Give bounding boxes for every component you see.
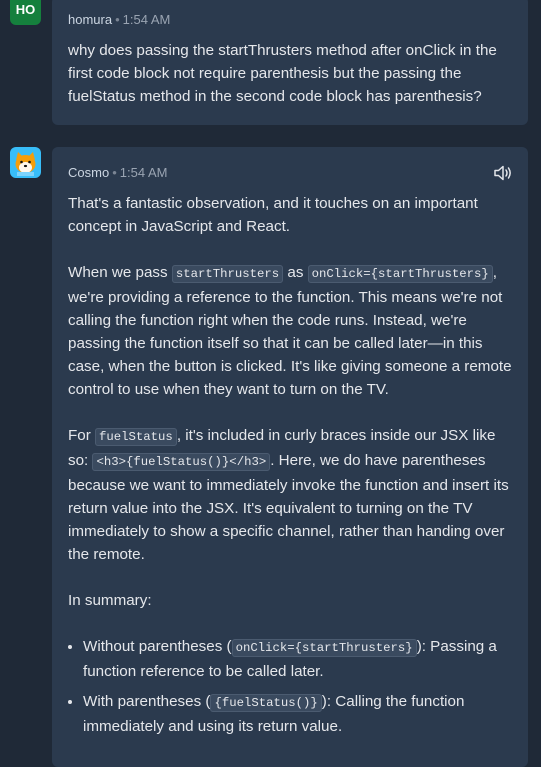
user-message-card: homura • 1:54 AM why does passing the star… [52, 0, 528, 125]
bot-paragraph-3: For fuelStatus, it's included in curly b… [68, 427, 509, 563]
inline-code: fuelStatus [95, 428, 177, 446]
bot-name: Cosmo [68, 165, 110, 180]
user-message-time: 1:54 AM [122, 12, 171, 27]
bot-avatar [10, 147, 41, 178]
list-item: With parentheses ({fuelStatus()}): Calli… [83, 690, 514, 738]
bot-message-meta: Cosmo • 1:54 AM [68, 165, 168, 180]
bot-paragraph-4: In summary: [68, 592, 152, 609]
speaker-icon[interactable] [494, 165, 512, 181]
inline-code: onClick={startThrusters} [307, 265, 493, 283]
inline-code: onClick={startThrusters} [231, 639, 417, 657]
inline-code: startThrusters [171, 265, 284, 283]
bot-paragraph-2: When we pass startThrusters as onClick={… [68, 264, 512, 398]
list-item: Without parentheses (onClick={startThrus… [83, 635, 514, 683]
user-avatar-initials: HO [15, 2, 36, 17]
summary-list: Without parentheses (onClick={startThrus… [68, 635, 514, 738]
user-name: homura [68, 12, 113, 27]
bot-paragraph-1: That's a fantastic observation, and it t… [68, 195, 478, 235]
inline-code: <h3>{fuelStatus()}</h3> [92, 453, 271, 471]
shiba-dog-avatar-icon [15, 152, 36, 176]
bot-message-time: 1:54 AM [119, 165, 168, 180]
inline-code: {fuelStatus()} [210, 694, 322, 712]
bot-message-card: Cosmo • 1:54 AM That's a fantastic observa… [52, 147, 528, 767]
bot-message-body: That's a fantastic observation, and it t… [68, 192, 514, 745]
user-message-text: why does passing the startThrusters meth… [68, 42, 497, 105]
user-message-meta: homura • 1:54 AM [68, 12, 171, 27]
user-avatar: HO [10, 0, 41, 25]
